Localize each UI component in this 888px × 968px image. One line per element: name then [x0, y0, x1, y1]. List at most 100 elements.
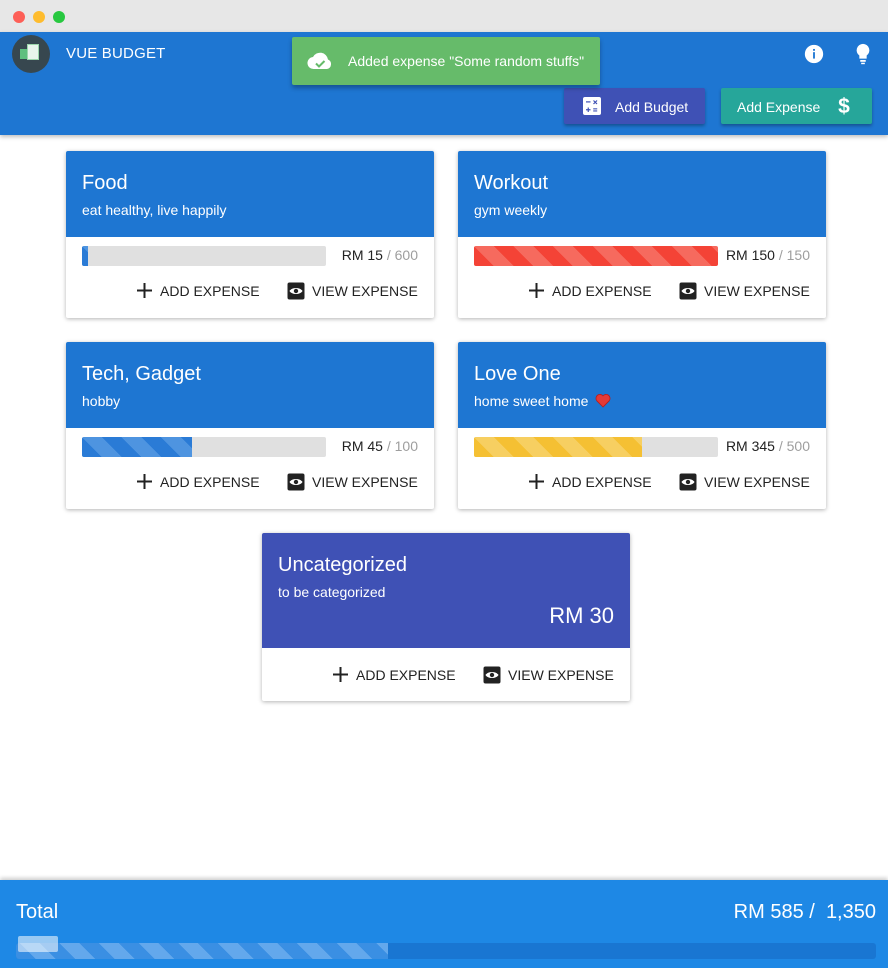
budget-card: Tech, Gadget hobby RM 45 / 100 ADD EXPEN…: [66, 342, 434, 509]
budget-card-header: Love One home sweet home: [458, 342, 826, 428]
view-expense-action[interactable]: VIEW EXPENSE: [679, 473, 810, 491]
budget-spent: RM 45: [341, 438, 383, 454]
total-progress-bar: [16, 943, 876, 959]
broken-image-icon: [18, 936, 58, 952]
lightbulb-icon: [856, 43, 870, 65]
svg-text:$: $: [838, 95, 850, 117]
budget-spent: RM 345: [725, 438, 775, 454]
info-icon: [804, 44, 824, 64]
budget-subtitle-row: home sweet home: [474, 393, 611, 409]
add-expense-action-label: ADD EXPENSE: [552, 473, 652, 490]
plus-icon: [333, 667, 348, 682]
view-expense-action-label: VIEW EXPENSE: [508, 667, 614, 683]
budget-spent: RM 15: [341, 247, 383, 263]
add-expense-action[interactable]: ADD EXPENSE: [528, 282, 652, 299]
budget-card-header: Food eat healthy, live happily: [66, 151, 434, 237]
budget-progress-fill: [82, 246, 89, 266]
view-expense-action-label: VIEW EXPENSE: [704, 283, 810, 299]
calculator-icon: [583, 97, 601, 115]
window-minimize-button[interactable]: [33, 11, 45, 23]
eye-icon: [287, 282, 305, 300]
budget-total: 150: [786, 247, 810, 263]
eye-icon: [483, 666, 501, 684]
cloud-done-icon: [307, 52, 332, 70]
uncategorized-card-header: Uncategorized to be categorized RM 30: [262, 533, 630, 648]
window-maximize-button[interactable]: [53, 11, 65, 23]
snackbar: Added expense "Some random stuffs": [292, 37, 600, 85]
add-expense-action[interactable]: ADD EXPENSE: [332, 666, 456, 683]
budget-title: Tech, Gadget: [82, 363, 201, 385]
budget-progress-fill: [474, 437, 643, 457]
budget-progress-fill: [474, 246, 718, 266]
budget-spent: RM 150: [725, 247, 775, 263]
add-expense-action-label: ADD EXPENSE: [356, 666, 456, 683]
eye-icon: [287, 473, 305, 491]
window-close-button[interactable]: [13, 11, 25, 23]
app-logo: [12, 35, 50, 73]
total-progress-fill: [16, 943, 389, 959]
budget-card-header: Tech, Gadget hobby: [66, 342, 434, 428]
budget-subtitle: gym weekly: [474, 202, 548, 218]
plus-icon: [137, 474, 152, 489]
view-expense-action-label: VIEW EXPENSE: [704, 474, 810, 490]
heart-icon: [595, 394, 611, 408]
add-expense-action[interactable]: ADD EXPENSE: [136, 473, 260, 490]
add-expense-action-label: ADD EXPENSE: [552, 282, 652, 299]
budget-card: Love One home sweet home RM 345 / 500 AD…: [458, 342, 826, 509]
add-expense-action-label: ADD EXPENSE: [160, 282, 260, 299]
app-title: VUE BUDGET: [66, 45, 166, 62]
budget-total: 100: [394, 438, 418, 454]
total-budget: 1,350: [825, 901, 876, 923]
eye-icon: [679, 473, 697, 491]
dollar-icon: $: [838, 95, 850, 117]
uncategorized-subtitle: to be categorized: [278, 584, 386, 600]
add-expense-button[interactable]: Add Expense $: [721, 88, 872, 124]
budget-title: Food: [82, 172, 128, 194]
budget-title: Love One: [474, 363, 561, 385]
budget-title: Workout: [474, 172, 549, 194]
info-button[interactable]: [800, 40, 828, 68]
uncategorized-card: Uncategorized to be categorized RM 30 AD…: [262, 533, 630, 701]
add-expense-label: Add Expense: [737, 99, 821, 115]
budget-subtitle: hobby: [82, 393, 121, 409]
view-expense-action[interactable]: VIEW EXPENSE: [483, 666, 614, 684]
budget-progress-fill: [82, 437, 192, 457]
total-spent: RM 585: [733, 901, 804, 923]
add-expense-action[interactable]: ADD EXPENSE: [136, 282, 260, 299]
budget-total: 600: [394, 247, 418, 263]
add-budget-label: Add Budget: [615, 99, 689, 115]
budget-total: 500: [786, 438, 810, 454]
eye-icon: [679, 282, 697, 300]
view-expense-action[interactable]: VIEW EXPENSE: [287, 473, 418, 491]
budget-card: Food eat healthy, live happily RM 15 / 6…: [66, 151, 434, 318]
add-expense-action-label: ADD EXPENSE: [160, 473, 260, 490]
budget-card-header: Workout gym weekly: [458, 151, 826, 237]
add-expense-action[interactable]: ADD EXPENSE: [528, 473, 652, 490]
budget-card: Workout gym weekly RM 150 / 150 ADD EXPE…: [458, 151, 826, 318]
budget-amount: RM 150 / 150: [725, 247, 810, 263]
budget-subtitle: home sweet home: [474, 393, 589, 409]
budget-amount: RM 45 / 100: [341, 438, 418, 454]
budget-progress-bar: [82, 437, 326, 457]
view-expense-action-label: VIEW EXPENSE: [312, 474, 418, 490]
view-expense-action[interactable]: VIEW EXPENSE: [679, 282, 810, 300]
add-budget-button[interactable]: Add Budget: [564, 88, 705, 124]
budget-progress-bar: [82, 246, 326, 266]
view-expense-action[interactable]: VIEW EXPENSE: [287, 282, 418, 300]
budget-progress-bar: [474, 246, 718, 266]
total-amount: RM 585 / 1,350: [733, 901, 876, 923]
budget-progress-bar: [474, 437, 718, 457]
plus-icon: [137, 283, 152, 298]
view-expense-action-label: VIEW EXPENSE: [312, 283, 418, 299]
budget-amount: RM 345 / 500: [725, 438, 810, 454]
snackbar-message: Added expense "Some random stuffs": [348, 53, 585, 69]
uncategorized-amount: RM 30: [549, 603, 614, 628]
lightbulb-button[interactable]: [849, 40, 877, 68]
uncategorized-title: Uncategorized: [278, 554, 407, 576]
budget-amount: RM 15 / 600: [341, 247, 418, 263]
budget-subtitle: eat healthy, live happily: [82, 202, 227, 218]
window-titlebar: [0, 0, 888, 32]
footer-total: Total RM 585 / 1,350: [0, 880, 888, 968]
plus-icon: [529, 283, 544, 298]
total-label: Total: [16, 901, 59, 923]
